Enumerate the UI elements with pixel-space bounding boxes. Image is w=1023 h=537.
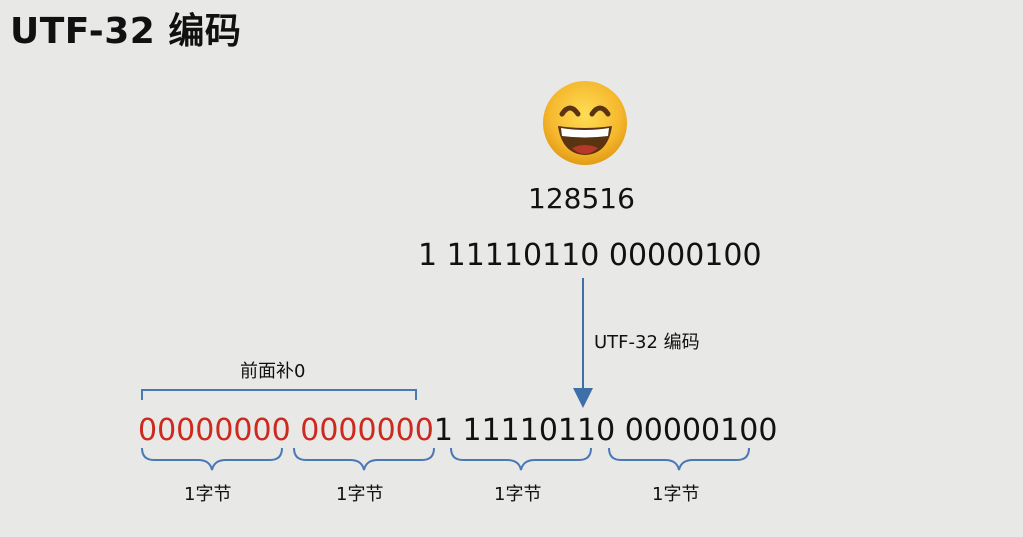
byte-label-2: 1字节: [336, 484, 384, 505]
code-point-value: 128516: [528, 182, 635, 215]
encoded-binary-row: 00000000 00000001 11110110 00000100: [138, 413, 777, 448]
padding-zeros-byte2: 0000000: [300, 413, 434, 448]
grinning-face-icon: [542, 80, 628, 166]
byte-label-3: 1字节: [494, 484, 542, 505]
padding-bracket: [141, 389, 417, 400]
byte-brace-3: [450, 447, 592, 471]
emoji-svg: [543, 81, 627, 165]
page-title: UTF-32 编码: [10, 11, 242, 52]
byte-brace-1: [141, 447, 283, 471]
byte-label-4: 1字节: [652, 484, 700, 505]
arrow-label: UTF-32 编码: [594, 332, 700, 353]
binary-rest: 1 11110110 00000100: [433, 413, 778, 448]
byte-label-1: 1字节: [184, 484, 232, 505]
padding-label: 前面补0: [240, 361, 306, 382]
byte-brace-4: [608, 447, 750, 471]
binary-original: 1 11110110 00000100: [418, 238, 762, 273]
byte-brace-2: [293, 447, 435, 471]
padding-zeros-byte1: 00000000: [138, 413, 291, 448]
